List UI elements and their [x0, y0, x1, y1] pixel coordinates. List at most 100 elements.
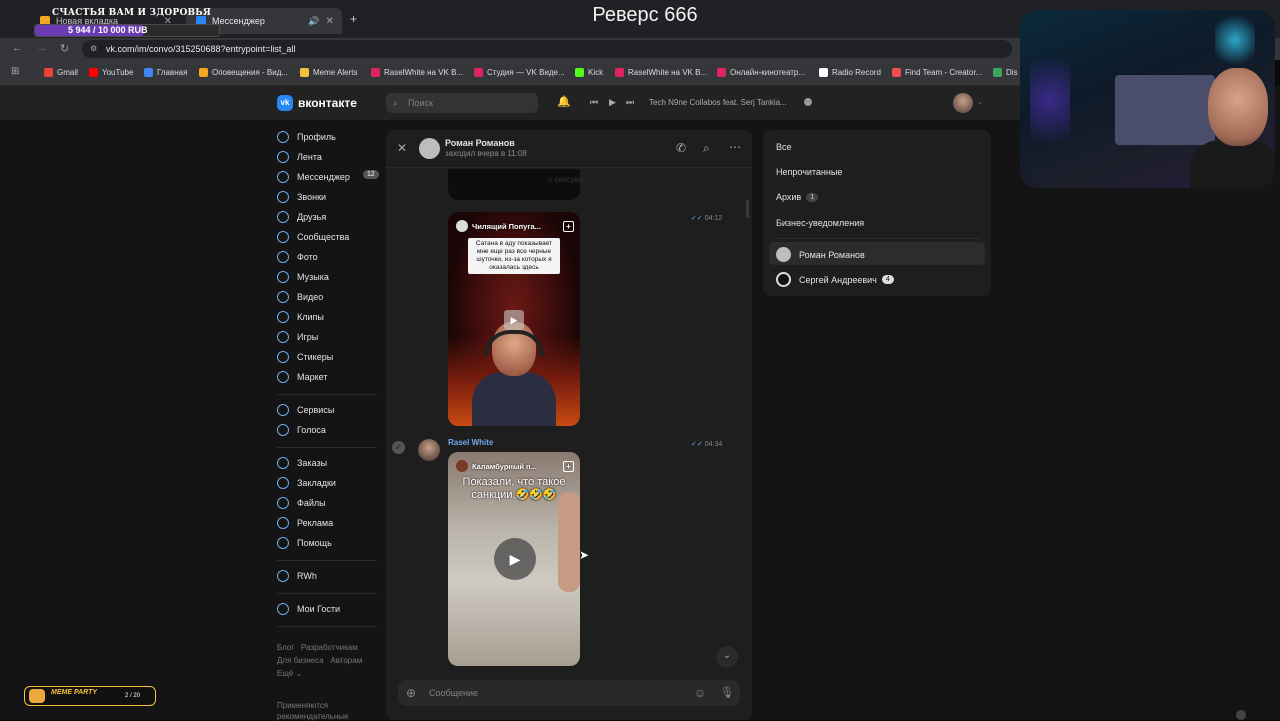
folder-unread[interactable]: Непрочитанные: [776, 167, 842, 177]
play-icon[interactable]: ▶: [494, 538, 536, 580]
meme-party-widget: MEME PARTY 2 / 20: [24, 686, 156, 706]
bookmark-kick[interactable]: Kick: [575, 68, 603, 77]
attach-icon[interactable]: ⊕: [406, 680, 416, 706]
sidebar-item-music[interactable]: Музыка: [277, 271, 329, 283]
headphones-shape: [484, 330, 544, 356]
apps-grid-icon[interactable]: ⊞: [11, 66, 19, 77]
search-icon[interactable]: ⌕: [703, 141, 710, 156]
message-input[interactable]: ⊕ Сообщение ☺ 🎙: [398, 680, 740, 706]
reload-icon[interactable]: ↻: [60, 42, 69, 55]
profile-icon: [277, 131, 289, 143]
microphone-icon[interactable]: 🎙: [720, 680, 734, 706]
new-tab-icon[interactable]: +: [350, 12, 357, 26]
contact-status: заходил вчера в 11:08: [445, 149, 527, 158]
messenger-icon: [277, 171, 289, 183]
conversation-item[interactable]: Сергей Андреевич 4: [776, 272, 894, 287]
bookmark-studio[interactable]: Студия — VK Виде...: [474, 68, 565, 77]
bookmark-meme-alerts[interactable]: Meme Alerts: [300, 68, 357, 77]
bookmark-home[interactable]: Главная: [144, 68, 187, 77]
previous-track-icon[interactable]: ⏮: [590, 97, 598, 108]
chevron-down-icon[interactable]: ⌄: [977, 98, 983, 106]
contact-name[interactable]: Роман Романов: [445, 138, 515, 148]
bookmark-cinema[interactable]: Онлайн-кинотеатр...: [717, 68, 805, 77]
footer-more[interactable]: Ещё ⌄: [277, 669, 302, 678]
conversation-item[interactable]: Роман Романов: [776, 247, 865, 262]
phone-icon[interactable]: ✆: [676, 141, 686, 155]
close-icon[interactable]: ✕: [326, 16, 334, 27]
contact-avatar[interactable]: [419, 138, 440, 159]
bell-icon[interactable]: 🔔: [557, 95, 571, 108]
video-message[interactable]: Чилящий Попуга... + Сатана в аду показыв…: [448, 212, 580, 426]
player-dot-icon[interactable]: [804, 98, 812, 106]
bookmark-notifications[interactable]: Оповещения - Вид...: [199, 68, 288, 77]
clips-icon: [277, 311, 289, 323]
sidebar-item-clips[interactable]: Клипы: [277, 311, 324, 323]
sidebar-item-photos[interactable]: Фото: [277, 251, 318, 263]
select-check-icon[interactable]: ✓: [392, 441, 405, 454]
bookmark-radio-record[interactable]: Radio Record: [819, 68, 881, 77]
sidebar-item-profile[interactable]: Профиль: [277, 131, 336, 143]
speaker-icon[interactable]: 🔊: [308, 16, 319, 27]
previous-video[interactable]: [448, 169, 580, 200]
bookmark-gmail[interactable]: Gmail: [44, 68, 78, 77]
close-icon[interactable]: ✕: [397, 141, 407, 155]
footer-link-developers[interactable]: Разработчикам: [301, 643, 358, 652]
sender-name[interactable]: Rasel White: [448, 438, 493, 447]
emoji-icon[interactable]: ☺: [694, 680, 706, 706]
sidebar-item-bookmarks[interactable]: Закладки: [277, 477, 336, 489]
bookmark-raselwhite-2[interactable]: RaselWhite на VK В...: [615, 68, 707, 77]
sidebar-divider: [277, 560, 377, 561]
footer-link-business[interactable]: Для бизнеса: [277, 656, 324, 665]
folder-business[interactable]: Бизнес-уведомления: [776, 218, 864, 228]
sidebar-item-votes[interactable]: Голоса: [277, 424, 326, 436]
forward-icon[interactable]: →: [36, 42, 47, 54]
sidebar-item-market[interactable]: Маркет: [277, 371, 327, 383]
donation-amount: 5 944 / 10 000 RUB: [68, 25, 148, 35]
sidebar-item-orders[interactable]: Заказы: [277, 457, 327, 469]
bookmark-find-team[interactable]: Find Team - Creator...: [892, 68, 982, 77]
sidebar-item-communities[interactable]: Сообщества: [277, 231, 349, 243]
search-icon: ⌕: [393, 98, 399, 108]
folder-archive[interactable]: Архив 1: [776, 192, 819, 202]
next-track-icon[interactable]: ⏭: [626, 97, 634, 108]
footer-link-blog[interactable]: Блог: [277, 643, 294, 652]
chat-scrollbar[interactable]: [746, 200, 749, 218]
play-icon[interactable]: ▶: [609, 97, 616, 108]
video-message[interactable]: Каламбурный п... + Показали, что такое с…: [448, 452, 580, 666]
now-playing[interactable]: Tech N9ne Collabos feat. Serj Tankia...: [649, 98, 787, 107]
sidebar-item-friends[interactable]: Друзья: [277, 211, 326, 223]
votes-icon: [277, 424, 289, 436]
bookmark-youtube[interactable]: YouTube: [89, 68, 133, 77]
sidebar-item-guests[interactable]: Мои Гости: [277, 603, 340, 615]
add-icon[interactable]: +: [563, 460, 574, 472]
message-time: ✓✓ 04:12: [691, 215, 723, 222]
sidebar-item-messenger[interactable]: Мессенджер 12: [277, 170, 379, 183]
video-title-bar: Каламбурный п... +: [456, 460, 574, 472]
sidebar-item-ads[interactable]: Реклама: [277, 517, 333, 529]
sender-avatar[interactable]: [418, 439, 440, 461]
vk-logo[interactable]: vk вконтакте: [277, 95, 357, 111]
user-avatar[interactable]: [953, 93, 973, 113]
folder-all[interactable]: Все: [776, 142, 792, 152]
sidebar-item-stickers[interactable]: Стикеры: [277, 351, 333, 363]
search-input[interactable]: ⌕ Поиск: [386, 93, 538, 113]
sidebar-item-video[interactable]: Видео: [277, 291, 323, 303]
sidebar-item-help[interactable]: Помощь: [277, 537, 332, 549]
bookmark-raselwhite[interactable]: RaselWhite на VK В...: [371, 68, 463, 77]
sidebar-item-calls[interactable]: Звонки: [277, 191, 326, 203]
site-info-icon[interactable]: ⚙: [90, 40, 97, 58]
sidebar-item-feed[interactable]: Лента: [277, 151, 322, 163]
add-icon[interactable]: +: [563, 220, 574, 232]
sidebar-item-files[interactable]: Файлы: [277, 497, 326, 509]
sidebar-item-rwh[interactable]: RWh: [277, 570, 317, 582]
play-icon[interactable]: ▶: [504, 310, 524, 330]
sidebar-item-games[interactable]: Игры: [277, 331, 318, 343]
back-icon[interactable]: ←: [12, 42, 23, 54]
address-bar[interactable]: ⚙ vk.com/im/convo/315250688?entrypoint=l…: [82, 40, 1012, 58]
bookmark-discord[interactable]: Dis: [993, 68, 1018, 77]
sidebar-item-services[interactable]: Сервисы: [277, 404, 334, 416]
more-icon[interactable]: ⋯: [729, 140, 741, 154]
message-time: ✓✓ 04:34: [691, 441, 723, 448]
scroll-down-button[interactable]: ⌄: [716, 646, 738, 668]
footer-link-authors[interactable]: Авторам: [330, 656, 362, 665]
